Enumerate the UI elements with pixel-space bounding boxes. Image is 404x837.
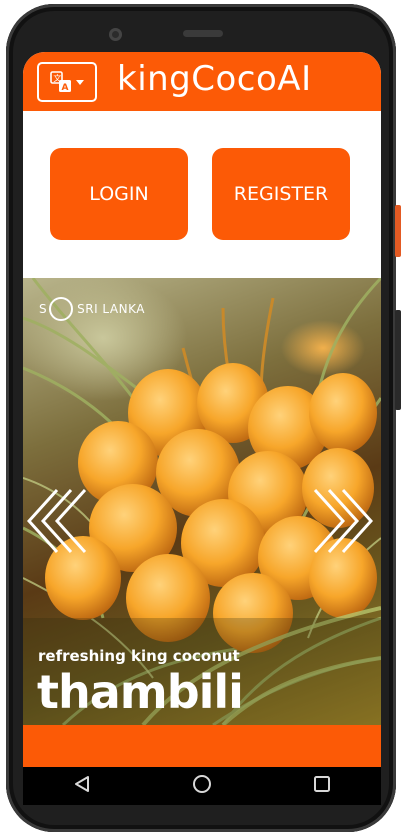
front-camera (109, 28, 122, 41)
app-bar: 文 A kingCocoAI (23, 52, 381, 111)
translate-icon: 文 A (50, 71, 72, 93)
register-button[interactable]: REGISTER (212, 148, 350, 240)
language-selector-button[interactable]: 文 A (37, 62, 97, 102)
chevron-left-icon (26, 488, 87, 554)
brand-letter: S (39, 302, 48, 316)
back-triangle-icon[interactable] (73, 775, 91, 797)
chevron-right-icon (313, 488, 374, 554)
banner-product-name: thambili (37, 665, 244, 719)
app-screen: 文 A kingCocoAI LOGIN REGISTER S SRI LANK… (23, 52, 381, 767)
svg-text:A: A (62, 83, 69, 93)
system-navigation-bar (23, 767, 381, 805)
carousel-next-button[interactable] (311, 488, 374, 558)
power-button (395, 310, 401, 410)
recents-square-icon[interactable] (313, 775, 331, 797)
auth-section: LOGIN REGISTER (23, 111, 381, 278)
promo-banner[interactable]: S SRI LANKA refreshing king coconut tham… (23, 278, 381, 725)
brand-name: SRI LANKA (77, 302, 145, 316)
chevron-down-icon (76, 79, 84, 85)
earpiece-speaker (183, 30, 223, 37)
home-circle-icon[interactable] (192, 774, 212, 798)
volume-button (395, 205, 401, 257)
login-button[interactable]: LOGIN (50, 148, 188, 240)
app-title: kingCocoAI (117, 59, 312, 99)
brand-ring-icon (49, 297, 74, 321)
sri-lanka-logo: S SRI LANKA (39, 297, 145, 321)
bottom-accent-bar (23, 725, 381, 767)
carousel-prev-button[interactable] (26, 488, 89, 558)
banner-tagline: refreshing king coconut (38, 647, 240, 665)
